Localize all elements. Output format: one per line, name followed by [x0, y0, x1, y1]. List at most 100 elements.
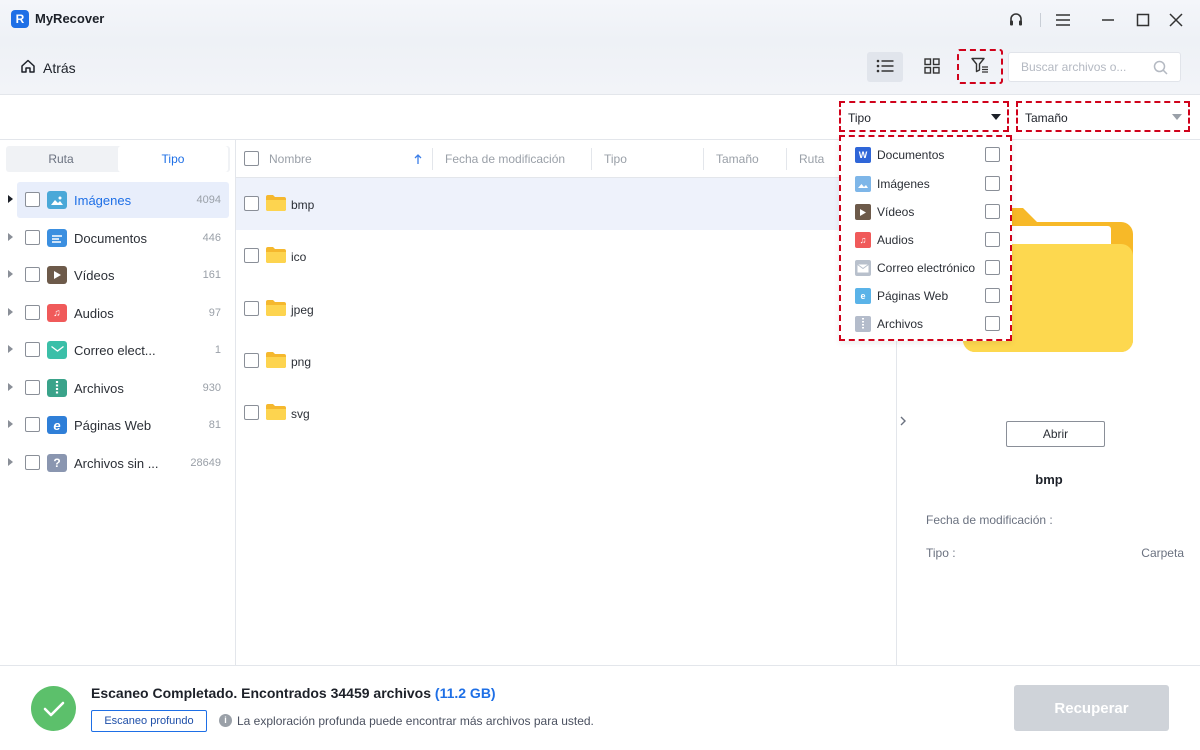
type-option-videos[interactable]: Vídeos [855, 202, 1000, 222]
sidebar-item-archives[interactable]: Archivos 930 [0, 370, 236, 406]
type-filter-select[interactable]: Tipo [839, 101, 1009, 132]
close-icon[interactable] [1164, 8, 1188, 32]
sidebar-item-label: Documentos [74, 231, 147, 246]
collapse-panel-chevron-icon[interactable] [900, 415, 907, 429]
expand-arrow-icon[interactable] [8, 233, 13, 241]
column-header-name[interactable]: Nombre [269, 152, 312, 166]
expand-arrow-icon[interactable] [8, 383, 13, 391]
tab-type[interactable]: Tipo [118, 146, 228, 172]
file-name: ico [291, 250, 307, 264]
file-name: jpeg [291, 303, 314, 317]
deep-scan-button[interactable]: Escaneo profundo [91, 710, 207, 732]
type-option-checkbox[interactable] [985, 176, 1000, 191]
maximize-icon[interactable] [1131, 8, 1155, 32]
file-row[interactable]: ico [236, 230, 895, 282]
file-row[interactable]: png [236, 335, 895, 387]
back-button[interactable]: Atrás [20, 58, 76, 77]
sort-ascending-icon[interactable] [414, 153, 422, 168]
open-button[interactable]: Abrir [1006, 421, 1105, 447]
type-option-label: Vídeos [877, 205, 915, 219]
category-checkbox[interactable] [25, 417, 40, 432]
dropdown-arrow-icon [1172, 114, 1182, 120]
support-headset-icon[interactable] [1004, 8, 1028, 32]
sidebar-item-label: Archivos sin ... [74, 456, 159, 471]
category-checkbox[interactable] [25, 192, 40, 207]
info-icon: i [219, 714, 232, 727]
file-row[interactable]: jpeg [236, 283, 895, 335]
recover-button[interactable]: Recuperar [1014, 685, 1169, 731]
expand-arrow-icon[interactable] [8, 345, 13, 353]
video-icon [855, 204, 871, 220]
type-option-label: Imágenes [877, 177, 930, 191]
sidebar-item-videos[interactable]: Vídeos 161 [0, 257, 236, 293]
minimize-icon[interactable] [1096, 8, 1120, 32]
menu-icon[interactable] [1051, 8, 1075, 32]
sidebar-item-email[interactable]: Correo elect... 1 [0, 332, 236, 368]
unknown-file-icon: ? [47, 454, 67, 472]
sidebar-item-unknown-files[interactable]: ? Archivos sin ... 28649 [0, 445, 236, 481]
type-option-email[interactable]: Correo electrónico [855, 258, 1000, 278]
type-option-checkbox[interactable] [985, 288, 1000, 303]
size-filter-select[interactable]: Tamaño [1016, 101, 1190, 132]
sidebar-item-label: Vídeos [74, 268, 115, 283]
sidebar-item-count: 446 [202, 232, 221, 244]
column-header-type[interactable]: Tipo [604, 152, 627, 166]
column-header-path[interactable]: Ruta [799, 152, 824, 166]
sidebar-item-documents[interactable]: Documentos 446 [0, 220, 236, 256]
type-option-web-pages[interactable]: e Páginas Web [855, 286, 1000, 306]
expand-arrow-icon[interactable] [8, 270, 13, 278]
archive-icon [47, 379, 67, 397]
video-icon [47, 266, 67, 284]
category-checkbox[interactable] [25, 267, 40, 282]
row-checkbox[interactable] [244, 405, 259, 420]
category-checkbox[interactable] [25, 305, 40, 320]
column-header-modified[interactable]: Fecha de modificación [445, 152, 565, 166]
type-option-checkbox[interactable] [985, 260, 1000, 275]
archive-icon [855, 316, 871, 332]
filter-row: Tipo Tamaño [0, 95, 1200, 140]
image-icon [855, 176, 871, 192]
type-option-archives[interactable]: Archivos [855, 314, 1000, 334]
type-option-checkbox[interactable] [985, 316, 1000, 331]
sidebar-item-audios[interactable]: ♫ Audios 97 [0, 295, 236, 331]
type-option-documents[interactable]: W Documentos [855, 145, 1000, 165]
file-row[interactable]: bmp [236, 178, 895, 230]
search-input[interactable] [1021, 60, 1141, 74]
sidebar-item-web-pages[interactable]: e Páginas Web 81 [0, 407, 236, 443]
list-view-button[interactable] [867, 52, 903, 82]
row-checkbox[interactable] [244, 301, 259, 316]
select-all-checkbox[interactable] [244, 151, 259, 166]
column-header-size[interactable]: Tamaño [716, 152, 759, 166]
type-option-audios[interactable]: ♫ Audios [855, 230, 1000, 250]
modified-date-label: Fecha de modificación : [926, 513, 1053, 527]
type-option-checkbox[interactable] [985, 232, 1000, 247]
row-checkbox[interactable] [244, 248, 259, 263]
grid-view-button[interactable] [914, 52, 950, 82]
sidebar-item-label: Archivos [74, 381, 124, 396]
type-option-checkbox[interactable] [985, 204, 1000, 219]
type-option-checkbox[interactable] [985, 147, 1000, 162]
category-checkbox[interactable] [25, 342, 40, 357]
category-checkbox[interactable] [25, 380, 40, 395]
category-checkbox[interactable] [25, 455, 40, 470]
category-sidebar: Ruta Tipo Imágenes 4094 Documentos 446 V… [0, 140, 236, 665]
expand-arrow-icon[interactable] [8, 308, 13, 316]
scan-result-text: Escaneo Completado. Encontrados 34459 ar… [91, 685, 432, 701]
expand-arrow-icon[interactable] [8, 195, 13, 203]
mail-icon [855, 260, 871, 276]
category-checkbox[interactable] [25, 230, 40, 245]
expand-arrow-icon[interactable] [8, 458, 13, 466]
column-separator [703, 148, 704, 170]
sidebar-item-images[interactable]: Imágenes 4094 [0, 182, 236, 218]
row-checkbox[interactable] [244, 353, 259, 368]
row-checkbox[interactable] [244, 196, 259, 211]
file-name: bmp [291, 198, 315, 212]
tab-path[interactable]: Ruta [6, 146, 116, 172]
type-option-images[interactable]: Imágenes [855, 174, 1000, 194]
sidebar-item-count: 4094 [196, 194, 221, 206]
search-icon[interactable] [1153, 60, 1168, 78]
type-filter-dropdown: W Documentos Imágenes Vídeos ♫ Audios Co… [839, 135, 1012, 341]
filter-button[interactable] [957, 49, 1003, 84]
file-row[interactable]: svg [236, 387, 895, 439]
expand-arrow-icon[interactable] [8, 420, 13, 428]
